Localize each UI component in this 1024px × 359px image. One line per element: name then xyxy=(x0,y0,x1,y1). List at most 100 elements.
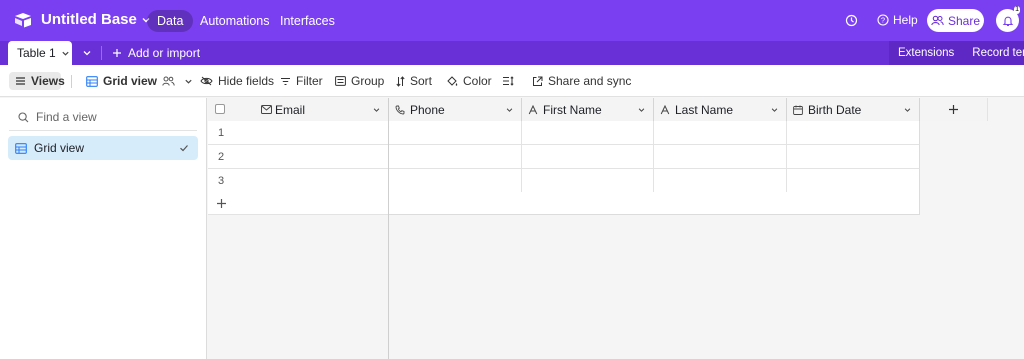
table-cell[interactable] xyxy=(389,169,522,192)
table-cell[interactable] xyxy=(787,169,919,192)
table-cell[interactable] xyxy=(522,145,654,168)
help-button[interactable]: ? Help xyxy=(877,13,918,27)
help-icon: ? xyxy=(877,14,889,26)
chevron-down-icon[interactable] xyxy=(505,106,514,114)
share-button[interactable]: Share xyxy=(927,9,984,32)
table-cell[interactable] xyxy=(522,121,654,144)
airtable-logo-icon[interactable] xyxy=(14,12,32,28)
row-height-button[interactable] xyxy=(502,72,514,90)
sort-button[interactable]: Sort xyxy=(396,72,432,90)
table-cell[interactable] xyxy=(389,145,522,168)
external-link-icon xyxy=(532,76,543,87)
divider xyxy=(71,75,72,88)
grid-header-right: Phone First Name Last Name Birth Date xyxy=(389,98,988,121)
extensions-button[interactable]: Extensions xyxy=(889,47,963,59)
sort-icon xyxy=(396,75,405,87)
row-number: 1 xyxy=(218,127,225,139)
find-view-search[interactable]: Find a view xyxy=(18,110,97,124)
color-label: Color xyxy=(463,74,492,88)
nav-tab-interfaces[interactable]: Interfaces xyxy=(270,10,345,32)
table-row[interactable]: 3 xyxy=(208,169,389,193)
table-cell[interactable] xyxy=(654,169,787,192)
column-header-last-name[interactable]: Last Name xyxy=(654,98,787,121)
hide-fields-button[interactable]: Hide fields xyxy=(200,72,274,90)
table-cell[interactable] xyxy=(787,145,919,168)
base-title: Untitled Base xyxy=(41,11,137,28)
top-app-bar: Untitled Base Data Automations Interface… xyxy=(0,0,1024,41)
notification-badge: 1 xyxy=(1014,6,1020,14)
text-icon xyxy=(660,104,670,115)
column-label: Last Name xyxy=(675,102,734,117)
frozen-column-divider[interactable] xyxy=(388,98,389,359)
table-row[interactable]: 1 xyxy=(208,121,389,145)
view-toolbar: Views Grid view Hide fields Filter Group xyxy=(0,65,1024,97)
chevron-down-icon[interactable] xyxy=(903,106,912,114)
base-title-dropdown[interactable]: Untitled Base xyxy=(41,11,151,28)
table-cell[interactable] xyxy=(787,121,919,144)
chevron-down-icon[interactable] xyxy=(61,49,70,58)
table-cell[interactable] xyxy=(522,169,654,192)
column-header-phone[interactable]: Phone xyxy=(389,98,522,121)
help-label: Help xyxy=(893,13,918,27)
history-icon[interactable] xyxy=(845,14,858,27)
column-label: Email xyxy=(275,103,306,117)
chevron-down-icon[interactable] xyxy=(770,106,779,114)
collaborators-icon xyxy=(162,76,175,86)
color-button[interactable]: Color xyxy=(446,72,492,90)
views-sidebar: Find a view Grid view xyxy=(0,98,207,359)
plus-icon xyxy=(948,104,959,115)
table-tab-bar: Table 1 Add or import Extensions Record … xyxy=(0,41,1024,65)
column-header-email[interactable]: Email xyxy=(208,98,389,121)
table-row[interactable] xyxy=(389,121,920,145)
text-icon xyxy=(528,104,538,115)
chevron-down-icon[interactable] xyxy=(637,106,646,114)
filter-button[interactable]: Filter xyxy=(280,72,323,90)
column-label: Phone xyxy=(410,102,445,117)
table-cell[interactable] xyxy=(389,121,522,144)
mail-icon xyxy=(261,105,272,114)
sort-label: Sort xyxy=(410,74,433,88)
table-row[interactable] xyxy=(389,169,920,193)
add-record-row[interactable] xyxy=(389,192,920,215)
grid-view-label: Grid view xyxy=(103,74,158,88)
hamburger-icon xyxy=(15,76,26,86)
plus-icon xyxy=(216,198,227,209)
record-templates-button[interactable]: Record templ xyxy=(963,47,1024,59)
nav-tab-data[interactable]: Data xyxy=(147,10,194,32)
grid-header-left: Email xyxy=(208,98,389,121)
grid-view-menu-button[interactable]: Grid view xyxy=(86,72,193,90)
search-icon xyxy=(18,111,29,123)
nav-tab-automations[interactable]: Automations xyxy=(190,10,279,32)
select-all-checkbox[interactable] xyxy=(215,104,225,114)
chevron-down-icon[interactable] xyxy=(372,106,381,114)
share-and-sync-button[interactable]: Share and sync xyxy=(532,72,631,90)
notifications-button[interactable]: 1 xyxy=(996,6,1020,32)
views-toggle-button[interactable]: Views xyxy=(9,72,65,90)
table-tab-label: Table 1 xyxy=(17,46,56,60)
all-tables-chevron-icon[interactable] xyxy=(82,48,92,58)
find-view-input[interactable]: Find a view xyxy=(36,110,97,124)
views-label: Views xyxy=(31,74,65,88)
add-or-import-label: Add or import xyxy=(128,46,201,60)
group-label: Group xyxy=(351,74,385,88)
column-header-birth-date[interactable]: Birth Date xyxy=(787,98,920,121)
table-row[interactable] xyxy=(389,145,920,169)
grid-icon xyxy=(86,75,98,87)
sidebar-item-grid-view[interactable]: Grid view xyxy=(8,136,198,160)
column-label: First Name xyxy=(543,102,602,117)
group-icon xyxy=(335,76,346,86)
add-or-import-button[interactable]: Add or import xyxy=(112,46,200,60)
table-cell[interactable] xyxy=(654,121,787,144)
tab-table-1[interactable]: Table 1 xyxy=(8,41,72,65)
checkmark-icon xyxy=(179,143,189,153)
group-button[interactable]: Group xyxy=(335,72,384,90)
table-cell[interactable] xyxy=(654,145,787,168)
column-header-first-name[interactable]: First Name xyxy=(522,98,654,121)
svg-text:?: ? xyxy=(881,16,885,25)
table-row[interactable]: 2 xyxy=(208,145,389,169)
bell-icon xyxy=(1002,15,1014,27)
calendar-icon xyxy=(793,105,803,115)
filter-label: Filter xyxy=(296,74,323,88)
add-record-button[interactable] xyxy=(208,192,389,215)
add-field-button[interactable] xyxy=(920,98,988,121)
